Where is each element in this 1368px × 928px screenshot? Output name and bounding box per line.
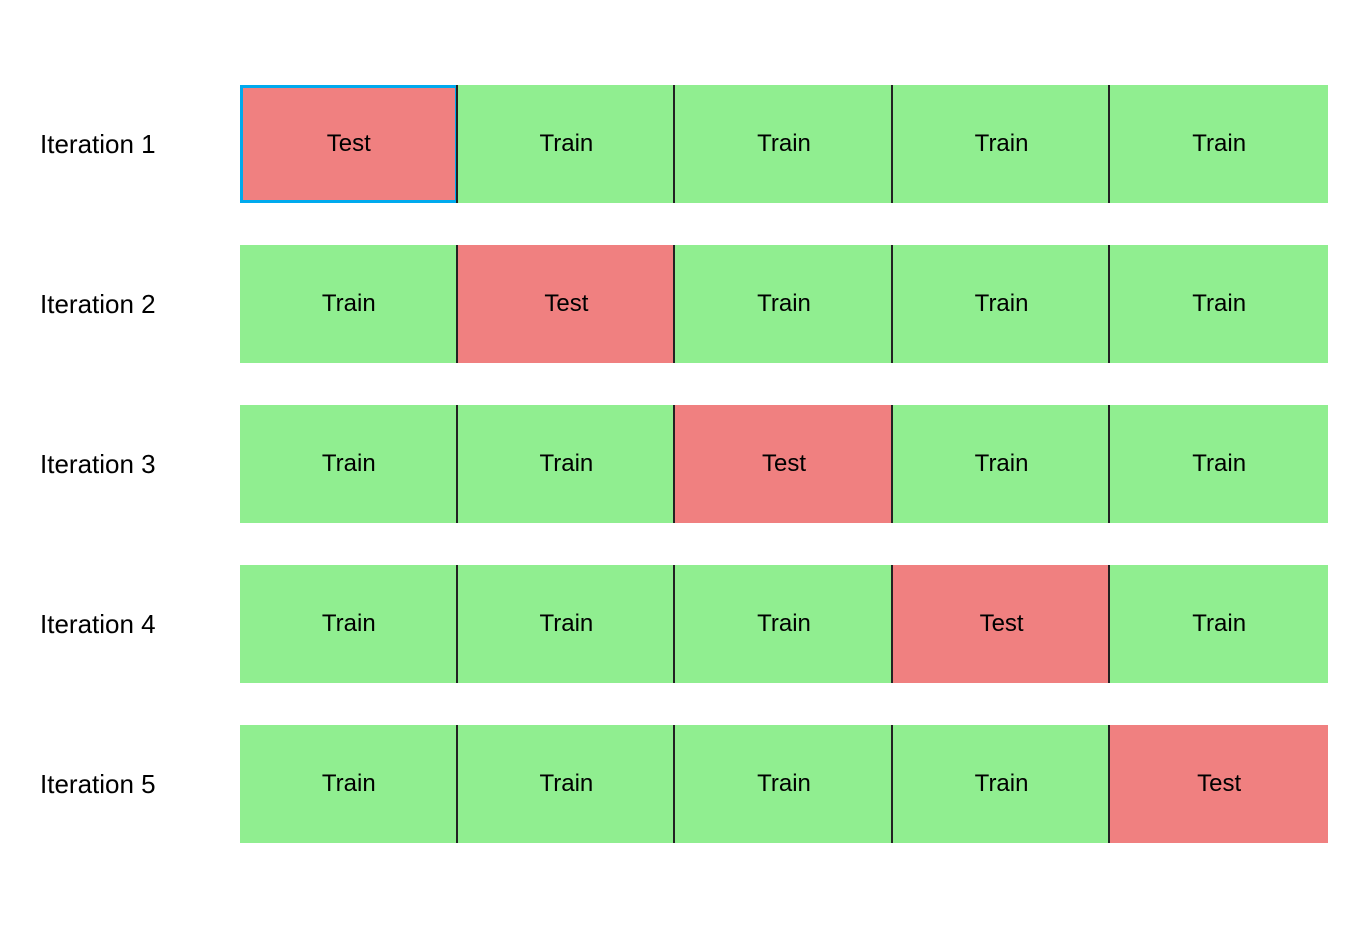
block-2-1: Train	[240, 245, 458, 363]
blocks-container-5: TrainTrainTrainTrainTest	[240, 725, 1328, 843]
block-3-3: Test	[675, 405, 893, 523]
block-5-5: Test	[1110, 725, 1328, 843]
block-1-4: Train	[893, 85, 1111, 203]
blocks-container-4: TrainTrainTrainTestTrain	[240, 565, 1328, 683]
block-3-1: Train	[240, 405, 458, 523]
iteration-label-4: Iteration 4	[40, 609, 240, 640]
block-5-3: Train	[675, 725, 893, 843]
iteration-row-5: Iteration 5TrainTrainTrainTrainTest	[40, 704, 1328, 864]
block-4-2: Train	[458, 565, 676, 683]
iteration-row-3: Iteration 3TrainTrainTestTrainTrain	[40, 384, 1328, 544]
block-5-4: Train	[893, 725, 1111, 843]
iteration-row-1: Iteration 1TestTrainTrainTrainTrain	[40, 64, 1328, 224]
block-2-4: Train	[893, 245, 1111, 363]
blocks-container-1: TestTrainTrainTrainTrain	[240, 85, 1328, 203]
block-3-4: Train	[893, 405, 1111, 523]
block-4-4: Test	[893, 565, 1111, 683]
block-3-5: Train	[1110, 405, 1328, 523]
block-4-3: Train	[675, 565, 893, 683]
iteration-label-3: Iteration 3	[40, 449, 240, 480]
block-1-5: Train	[1110, 85, 1328, 203]
iteration-label-1: Iteration 1	[40, 129, 240, 160]
block-5-2: Train	[458, 725, 676, 843]
iteration-label-2: Iteration 2	[40, 289, 240, 320]
blocks-container-2: TrainTestTrainTrainTrain	[240, 245, 1328, 363]
iteration-row-2: Iteration 2TrainTestTrainTrainTrain	[40, 224, 1328, 384]
block-3-2: Train	[458, 405, 676, 523]
block-1-2: Train	[458, 85, 676, 203]
iteration-row-4: Iteration 4TrainTrainTrainTestTrain	[40, 544, 1328, 704]
blocks-container-3: TrainTrainTestTrainTrain	[240, 405, 1328, 523]
block-2-2: Test	[458, 245, 676, 363]
block-2-5: Train	[1110, 245, 1328, 363]
block-4-1: Train	[240, 565, 458, 683]
cross-validation-diagram: Iteration 1TestTrainTrainTrainTrainItera…	[0, 44, 1368, 884]
block-5-1: Train	[240, 725, 458, 843]
iteration-label-5: Iteration 5	[40, 769, 240, 800]
block-2-3: Train	[675, 245, 893, 363]
block-1-3: Train	[675, 85, 893, 203]
block-1-1: Test	[240, 85, 458, 203]
block-4-5: Train	[1110, 565, 1328, 683]
